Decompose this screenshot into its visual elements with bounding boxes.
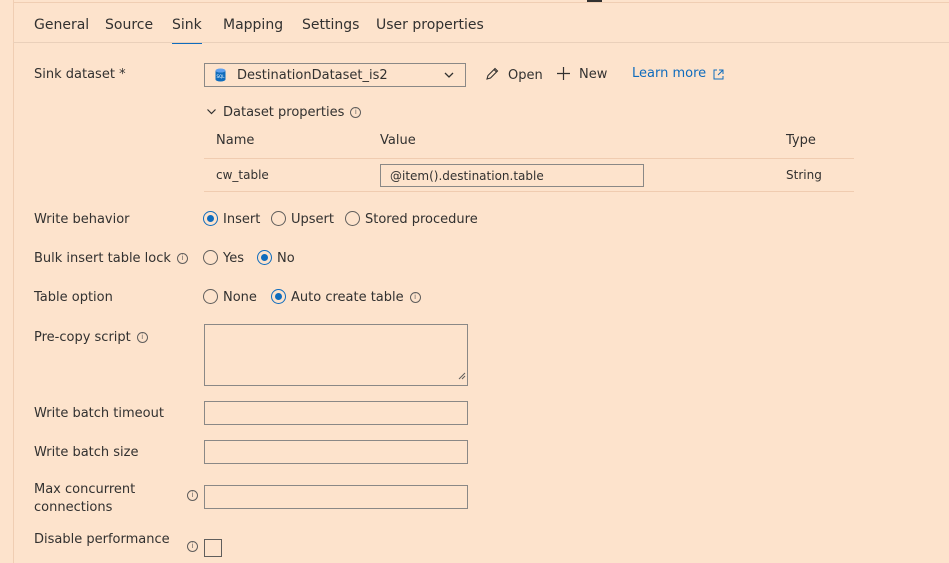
sink-dataset-value: DestinationDataset_is2 — [237, 68, 388, 83]
panel-top-border — [13, 2, 949, 3]
write-behavior-label: Write behavior — [34, 212, 130, 227]
tab-user-properties[interactable]: User properties — [376, 17, 484, 43]
info-icon[interactable]: i — [187, 541, 198, 552]
table-row-divider — [204, 191, 854, 192]
tab-settings[interactable]: Settings — [302, 17, 359, 43]
tab-mapping[interactable]: Mapping — [223, 17, 283, 43]
open-button[interactable]: Open — [484, 66, 543, 83]
bulk-insert-table-lock-label: Bulk insert table lock i — [34, 251, 188, 266]
splitter-handle[interactable] — [587, 0, 602, 2]
radio-yes[interactable]: Yes — [203, 250, 244, 266]
write-batch-size-input[interactable] — [204, 440, 468, 464]
column-header-name: Name — [216, 133, 255, 148]
sink-dataset-label: Sink dataset * — [34, 67, 126, 82]
new-button[interactable]: New — [556, 66, 607, 82]
learn-more-link[interactable]: Learn more — [632, 66, 724, 81]
radio-auto-create-table[interactable]: Auto create table i — [271, 289, 421, 305]
panel-left-border — [13, 0, 14, 563]
disable-performance-label: Disable performance — [34, 532, 170, 547]
column-header-type: Type — [786, 133, 816, 148]
info-icon[interactable]: i — [136, 332, 148, 343]
property-type: String — [786, 168, 822, 182]
sink-dataset-select[interactable]: SQL DestinationDataset_is2 — [204, 63, 466, 87]
tab-source[interactable]: Source — [105, 17, 153, 43]
pre-copy-script-label: Pre-copy script i — [34, 330, 148, 345]
max-concurrent-connections-input[interactable] — [204, 485, 468, 509]
write-batch-timeout-input[interactable] — [204, 401, 468, 425]
resize-handle-icon[interactable] — [458, 369, 466, 384]
sql-database-icon: SQL — [215, 68, 226, 86]
required-mark: * — [119, 67, 126, 82]
radio-stored-procedure[interactable]: Stored procedure — [345, 211, 478, 227]
info-icon[interactable]: i — [187, 490, 198, 501]
external-link-icon — [710, 66, 724, 81]
tab-sink[interactable]: Sink — [172, 17, 202, 44]
max-concurrent-connections-label: Max concurrent connections — [34, 482, 136, 515]
info-icon[interactable]: i — [176, 253, 188, 264]
radio-none[interactable]: None — [203, 289, 257, 305]
chevron-down-icon — [443, 69, 455, 85]
pencil-icon — [484, 67, 508, 83]
disable-performance-checkbox[interactable] — [204, 539, 222, 557]
property-name: cw_table — [216, 168, 269, 182]
write-batch-timeout-label: Write batch timeout — [34, 406, 164, 421]
info-icon[interactable]: i — [409, 292, 421, 303]
pre-copy-script-input[interactable] — [204, 324, 468, 386]
radio-upsert[interactable]: Upsert — [271, 211, 334, 227]
radio-insert[interactable]: Insert — [203, 211, 260, 227]
info-icon[interactable]: i — [350, 107, 362, 118]
plus-icon — [556, 67, 579, 82]
write-batch-size-label: Write batch size — [34, 445, 139, 460]
tab-general[interactable]: General — [34, 17, 89, 43]
table-header-divider — [204, 158, 854, 159]
tabs-divider — [13, 42, 949, 43]
table-option-label: Table option — [34, 290, 113, 305]
dataset-properties-toggle[interactable]: Dataset properties i — [206, 105, 362, 120]
radio-no[interactable]: No — [257, 250, 295, 266]
property-value-input[interactable]: @item().destination.table — [380, 164, 644, 187]
svg-text:SQL: SQL — [217, 74, 226, 79]
column-header-value: Value — [380, 133, 416, 148]
chevron-down-icon — [206, 105, 223, 120]
